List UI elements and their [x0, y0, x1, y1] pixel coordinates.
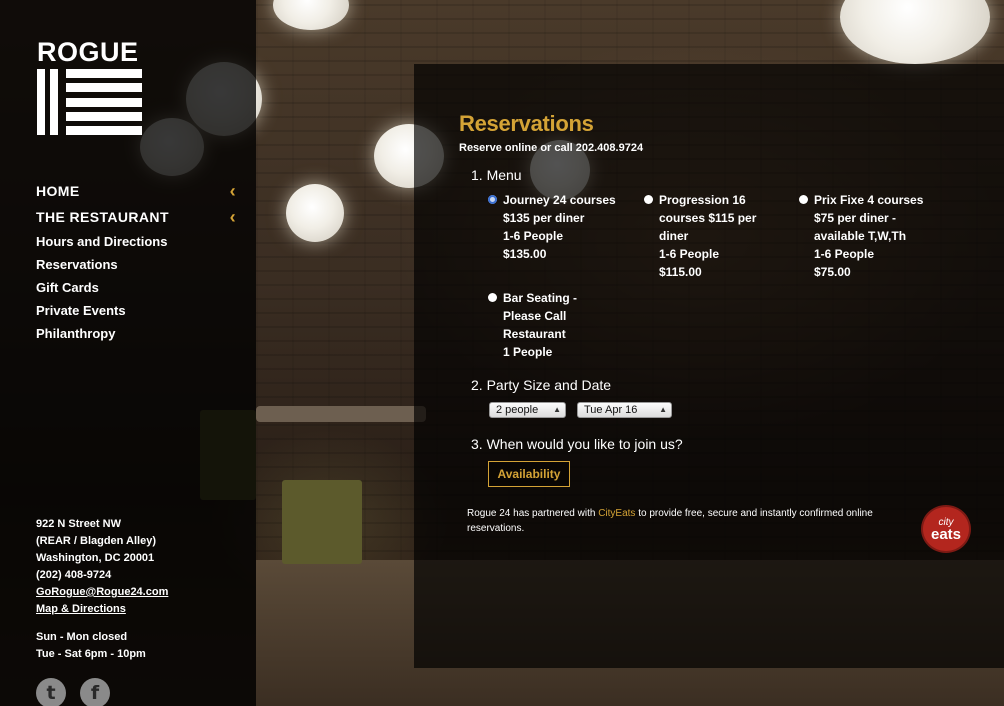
- menu-option-journey[interactable]: Journey 24 courses $135 per diner 1-6 Pe…: [488, 191, 628, 263]
- option-description: Bar Seating - Please Call Restaurant: [503, 291, 578, 341]
- step-party-size-heading: 2. Party Size and Date: [471, 377, 612, 393]
- nav-item-private-events[interactable]: Private Events: [36, 299, 236, 322]
- nav-item-hours-and-directions[interactable]: Hours and Directions: [36, 230, 236, 253]
- nav-item-the-restaurant[interactable]: THE RESTAURANT ‹: [36, 204, 236, 230]
- option-people: 1-6 People: [814, 247, 875, 261]
- sidebar: ROGUE HOME ‹ THE RESTAURANT ‹ Hours and …: [0, 0, 256, 706]
- address-line-1: 922 N Street NW: [36, 518, 121, 530]
- address-line-2: (REAR / Blagden Alley): [36, 535, 156, 547]
- option-price: $135.00: [503, 247, 547, 261]
- address-block: 922 N Street NW (REAR / Blagden Alley) W…: [36, 516, 246, 663]
- page-subtitle: Reserve online or call 202.408.9724: [459, 142, 644, 154]
- hours-open: Tue - Sat 6pm - 10pm: [36, 648, 146, 660]
- rogue-logo[interactable]: ROGUE: [37, 37, 142, 135]
- twitter-icon[interactable]: t: [36, 678, 66, 706]
- chevron-left-icon: ‹: [229, 181, 236, 201]
- reservation-panel: Reservations Reserve online or call 202.…: [414, 64, 1004, 668]
- option-description: Prix Fixe 4 courses $75 per diner - avai…: [814, 193, 924, 243]
- option-price: $75.00: [814, 265, 851, 279]
- social-links: t f: [36, 678, 110, 706]
- menu-option-progression[interactable]: Progression 16 courses $115 per diner 1-…: [644, 191, 784, 281]
- cityeats-logo-line2: eats: [930, 526, 962, 543]
- table: [256, 406, 426, 422]
- address-line-3: Washington, DC 20001: [36, 552, 155, 564]
- chevron-left-icon: ‹: [229, 207, 236, 227]
- select-arrows-icon: ▲: [659, 405, 667, 414]
- cityeats-logo[interactable]: city eats: [921, 505, 971, 553]
- cityeats-link[interactable]: CityEats: [598, 508, 635, 519]
- select-arrows-icon: ▲: [553, 405, 561, 414]
- party-size-value: 2 people: [496, 404, 539, 416]
- radio-unselected[interactable]: [488, 293, 497, 302]
- option-people: 1 People: [503, 345, 553, 359]
- main-nav: HOME ‹ THE RESTAURANT ‹ Hours and Direct…: [36, 178, 236, 345]
- partner-note: Rogue 24 has partnered with CityEats to …: [467, 506, 877, 536]
- radio-unselected[interactable]: [644, 195, 653, 204]
- radio-selected[interactable]: [488, 195, 497, 204]
- nav-item-philanthropy[interactable]: Philanthropy: [36, 322, 236, 345]
- cityeats-logo-line1: city: [938, 517, 954, 528]
- nav-item-gift-cards[interactable]: Gift Cards: [36, 276, 236, 299]
- page-title: Reservations: [459, 111, 594, 136]
- nav-item-home[interactable]: HOME ‹: [36, 178, 236, 204]
- option-description: Journey 24 courses $135 per diner: [503, 193, 616, 225]
- pendant-lamp: [286, 184, 344, 242]
- radio-unselected[interactable]: [799, 195, 808, 204]
- nav-item-label: HOME: [36, 183, 80, 199]
- logo-text: ROGUE: [37, 37, 139, 67]
- availability-button[interactable]: Availability: [488, 461, 570, 487]
- option-price: $115.00: [659, 265, 702, 279]
- step-menu-heading: 1. Menu: [471, 167, 522, 183]
- option-description: Progression 16 courses $115 per diner: [659, 193, 757, 243]
- email-link[interactable]: GoRogue@Rogue24.com: [36, 584, 246, 601]
- menu-option-bar-seating[interactable]: Bar Seating - Please Call Restaurant 1 P…: [488, 289, 593, 361]
- option-people: 1-6 People: [503, 229, 564, 243]
- hours-closed: Sun - Mon closed: [36, 631, 128, 643]
- map-directions-link[interactable]: Map & Directions: [36, 601, 246, 618]
- logo-mark-icon: [37, 69, 142, 135]
- menu-option-prix-fixe[interactable]: Prix Fixe 4 courses $75 per diner - avai…: [799, 191, 939, 281]
- option-people: 1-6 People: [659, 247, 720, 261]
- date-select[interactable]: Tue Apr 16 ▲: [577, 402, 672, 418]
- step-time-heading: 3. When would you like to join us?: [471, 436, 683, 452]
- facebook-icon[interactable]: f: [80, 678, 110, 706]
- party-size-select[interactable]: 2 people ▲: [489, 402, 566, 418]
- chair: [282, 480, 362, 564]
- phone-number: (202) 408-9724: [36, 569, 112, 581]
- nav-item-reservations[interactable]: Reservations: [36, 253, 236, 276]
- date-value: Tue Apr 16: [584, 404, 638, 416]
- partner-text-before: Rogue 24 has partnered with: [467, 508, 599, 519]
- nav-item-label: THE RESTAURANT: [36, 209, 169, 225]
